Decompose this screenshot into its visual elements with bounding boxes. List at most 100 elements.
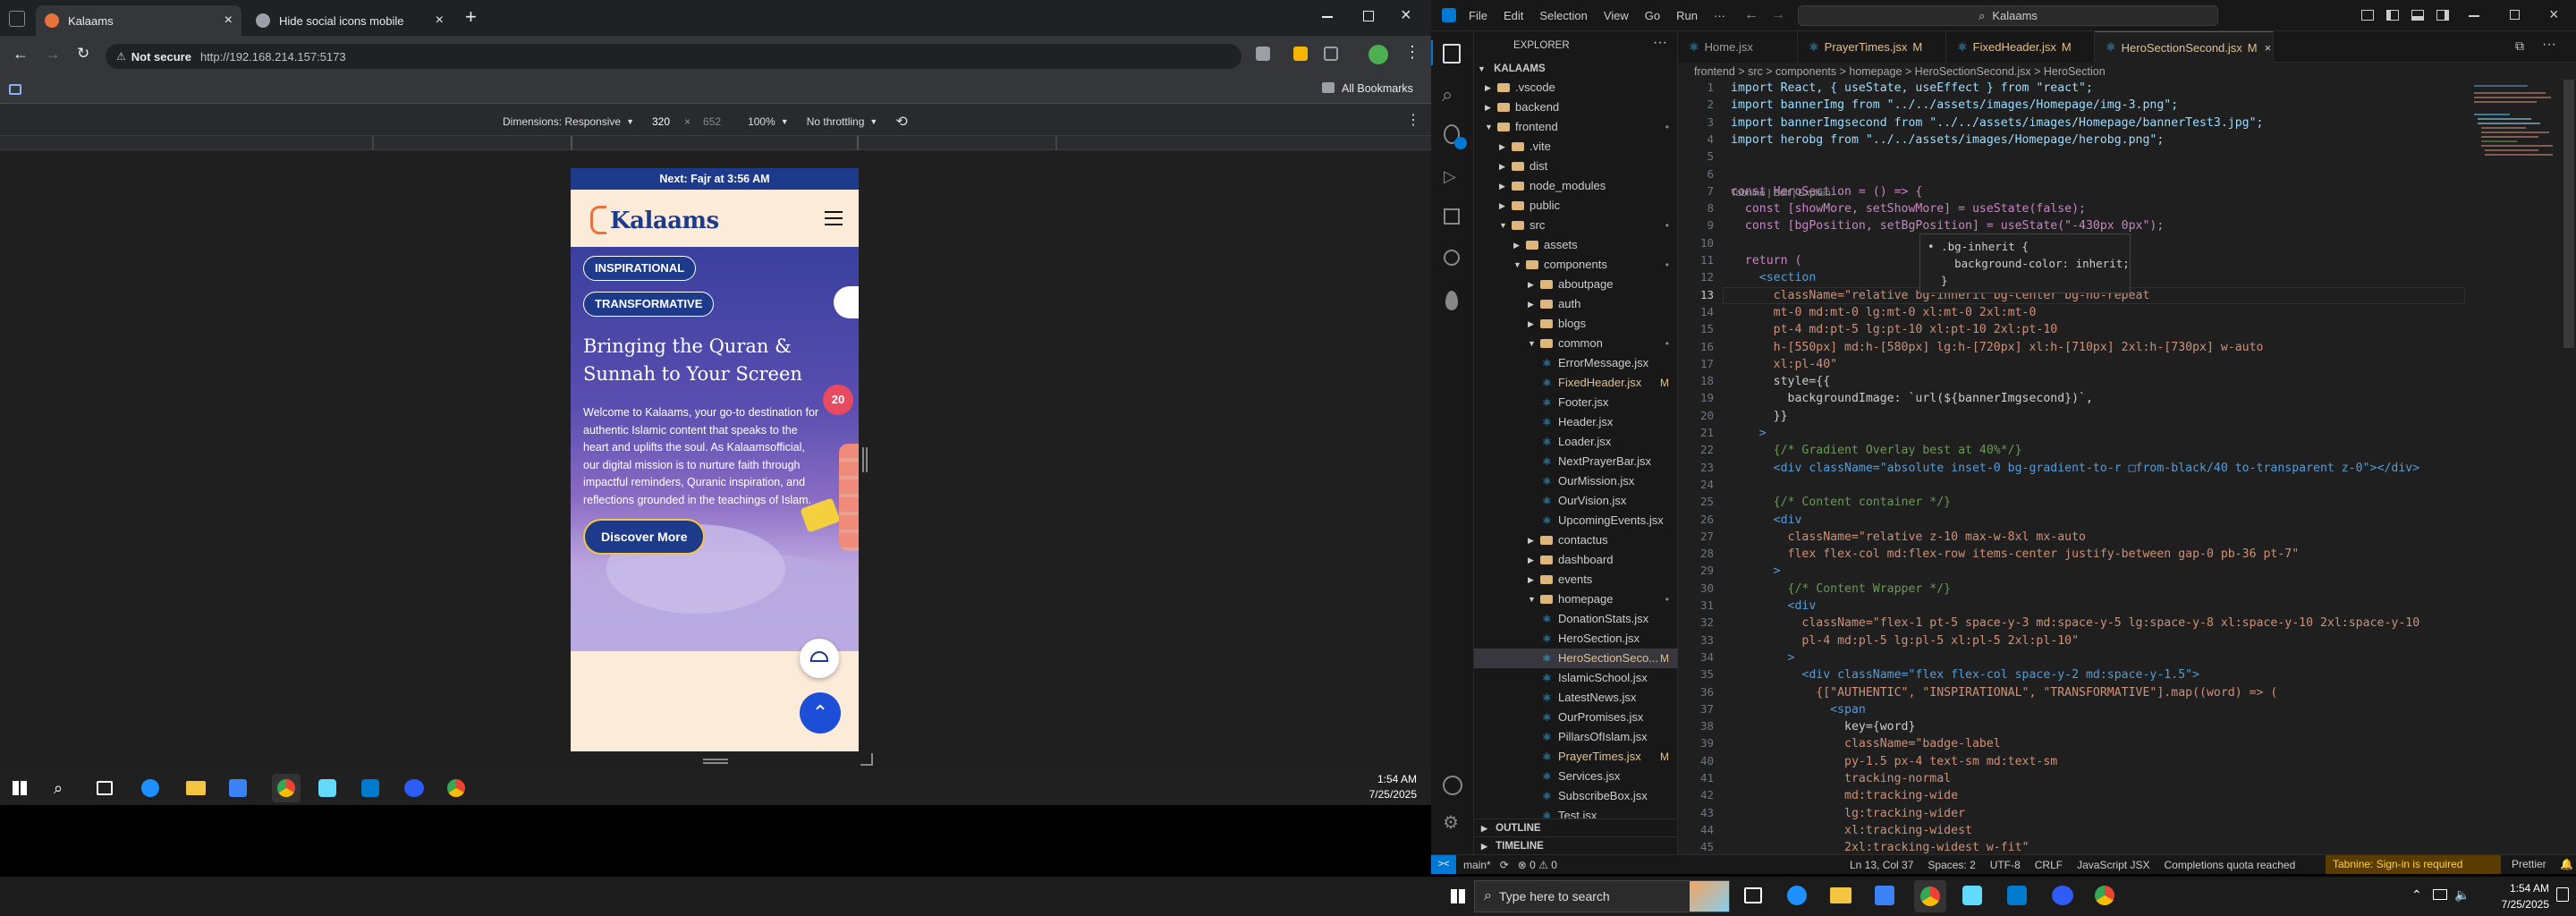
tree-item[interactable]: ⚛ LatestNews.jsx (1474, 688, 1678, 708)
volume-icon[interactable]: 🔈 (2454, 887, 2470, 903)
tree-item[interactable]: ▼ components • (1474, 255, 1678, 275)
code-line[interactable]: <span (1731, 701, 1866, 718)
tree-item[interactable]: ⚛ SubscribeBox.jsx (1474, 786, 1678, 806)
chrome-taskbar-active[interactable] (272, 774, 301, 802)
command-center-search[interactable]: ⌕ Kalaams (1798, 5, 2218, 26)
forward-icon[interactable]: → (45, 45, 61, 64)
breadcrumb[interactable]: frontend > src > components > homepage >… (1694, 65, 2106, 78)
editor-scrollbar[interactable] (2563, 80, 2574, 348)
tree-item[interactable]: ⚛ Footer.jsx (1474, 393, 1678, 412)
code-line[interactable]: py-1.5 px-4 text-sm md:text-sm (1731, 753, 2057, 770)
code-line[interactable]: import React, { useState, useEffect } fr… (1731, 80, 2093, 97)
editor-tab[interactable]: ⚛ HeroSectionSecond.jsx M × (2095, 31, 2274, 63)
code-line[interactable]: mt-0 md:mt-0 lg:mt-0 xl:mt-0 2xl:mt-0 (1731, 304, 2037, 321)
code-line[interactable]: import herobg from "../../assets/images/… (1731, 131, 2164, 148)
extensions-puzzle-icon[interactable] (1324, 47, 1338, 61)
code-line[interactable]: flex flex-col md:flex-row items-center j… (1731, 546, 2300, 563)
zoom-taskbar-icon[interactable] (2052, 886, 2073, 905)
network-icon[interactable] (2433, 889, 2447, 900)
prettier-status[interactable]: Prettier (2512, 855, 2546, 874)
apps-icon[interactable] (9, 84, 21, 95)
tree-item[interactable]: ▶ auth (1474, 294, 1678, 314)
tab-search-icon[interactable] (9, 11, 25, 27)
tree-item[interactable]: ▶ public (1474, 196, 1678, 216)
edge-icon[interactable] (1787, 886, 1807, 905)
tree-item[interactable]: ⚛ HeroSection.jsx (1474, 629, 1678, 649)
all-bookmarks-link[interactable]: All Bookmarks (1342, 82, 1413, 95)
tree-item[interactable]: ⚛ Services.jsx (1474, 767, 1678, 786)
outline-section[interactable]: ▶ OUTLINE (1474, 818, 1678, 836)
zoom-taskbar-icon[interactable] (404, 779, 424, 797)
tree-item[interactable]: ⚛ Loader.jsx (1474, 432, 1678, 452)
tree-item[interactable]: ⚛ IslamicSchool.jsx (1474, 668, 1678, 688)
store-icon[interactable] (229, 779, 247, 797)
editor-tab[interactable]: ⚛ Home.jsx (1678, 31, 1798, 63)
brand-name[interactable]: Kalaams (610, 208, 719, 234)
vscode-taskbar-icon[interactable] (361, 779, 379, 797)
menu-item[interactable]: Edit (1504, 9, 1523, 22)
tree-item[interactable]: ▼ frontend • (1474, 117, 1678, 137)
tree-item[interactable]: ⚛ OurMission.jsx (1474, 471, 1678, 491)
close-window-icon[interactable]: × (1401, 5, 1411, 26)
tree-item[interactable]: ⚛ HeroSectionSeco... M (1474, 649, 1678, 668)
zoom-dropdown[interactable]: 100% (748, 115, 775, 128)
mosque-fab-icon[interactable] (800, 639, 839, 678)
tree-item[interactable]: ▶ events (1474, 570, 1678, 589)
code-line[interactable]: const [showMore, setShowMore] = useState… (1731, 200, 2086, 217)
edge-icon[interactable] (141, 779, 159, 797)
task-view-icon[interactable] (1744, 887, 1762, 903)
close-window-icon[interactable]: × (2549, 5, 2559, 24)
file-explorer-icon[interactable] (186, 781, 206, 795)
minimize-icon[interactable] (2469, 15, 2479, 17)
tray-chevron-icon[interactable]: ⌃ (2411, 887, 2422, 903)
code-line[interactable]: {/* Content container */} (1731, 494, 1952, 511)
resize-handle-bottom[interactable] (703, 759, 728, 764)
tree-item[interactable]: ▶ backend (1474, 98, 1678, 117)
settings-gear-icon[interactable]: ⚙ (1443, 811, 1459, 834)
chrome-taskbar-active[interactable] (1914, 880, 1946, 912)
extensions-icon[interactable] (1444, 208, 1460, 225)
tree-item[interactable]: ▶ dist (1474, 157, 1678, 176)
app-icon[interactable] (318, 779, 336, 797)
code-line[interactable]: className="flex-1 pt-5 space-y-3 md:spac… (1731, 615, 2419, 632)
encoding[interactable]: UTF-8 (1990, 859, 2021, 871)
search-icon[interactable]: ⌕ (54, 779, 63, 798)
tree-item[interactable]: ▶ contactus (1474, 530, 1678, 550)
tab-kalaams[interactable]: Kalaams × (36, 5, 242, 36)
more-actions-icon[interactable]: ··· (1653, 35, 1667, 51)
code-line[interactable]: {/* Gradient Overlay best at 40%*/} (1731, 442, 2022, 459)
tree-item[interactable]: ▶ assets (1474, 235, 1678, 255)
height-input[interactable]: 652 (703, 115, 721, 128)
close-tab-icon[interactable]: × (436, 13, 444, 29)
code-line[interactable]: <div (1731, 512, 1802, 529)
close-tab-icon[interactable]: × (225, 13, 233, 29)
tree-item[interactable]: ▶ node_modules (1474, 176, 1678, 196)
code-line[interactable]: <div className="absolute inset-0 bg-grad… (1731, 460, 2420, 477)
menu-item[interactable]: Run (1676, 9, 1698, 22)
profile-avatar[interactable] (1368, 45, 1388, 64)
restore-icon[interactable] (2510, 10, 2520, 20)
code-line[interactable]: lg:tracking-wider (1731, 805, 1965, 822)
code-line[interactable]: const [bgPosition, setBgPosition] = useS… (1731, 217, 2164, 234)
accounts-icon[interactable] (1443, 776, 1462, 795)
menu-item[interactable]: View (1604, 9, 1629, 22)
tree-item[interactable]: ⚛ NextPrayerBar.jsx (1474, 452, 1678, 471)
extension-icon[interactable] (1256, 47, 1270, 61)
chrome-taskbar-icon[interactable] (447, 779, 465, 797)
code-line[interactable]: key={word} (1731, 718, 1915, 735)
resize-handle-corner[interactable] (860, 753, 873, 766)
editor-tab[interactable]: ⚛ PrayerTimes.jsx M (1798, 31, 1946, 63)
app-icon[interactable] (1962, 886, 1982, 905)
menu-item[interactable]: Selection (1539, 9, 1587, 22)
new-tab-button[interactable]: + (465, 5, 477, 29)
tree-item[interactable]: ▼ homepage • (1474, 589, 1678, 609)
more-actions-icon[interactable]: ··· (2542, 37, 2556, 53)
reload-icon[interactable]: ↻ (77, 45, 89, 63)
address-bar[interactable]: ⚠ Not secure http://192.168.214.157:5173 (106, 44, 1241, 69)
tree-item[interactable]: ⚛ PillarsOfIslam.jsx (1474, 727, 1678, 747)
timeline-section[interactable]: ▶ TIMELINE (1474, 836, 1678, 854)
code-line[interactable]: <div className="flex flex-col space-y-2 … (1731, 666, 2199, 683)
search-icon[interactable]: ⌕ (1442, 83, 1453, 106)
tree-item[interactable]: ▶ aboutpage (1474, 275, 1678, 294)
throttle-dropdown[interactable]: No throttling (807, 115, 865, 128)
